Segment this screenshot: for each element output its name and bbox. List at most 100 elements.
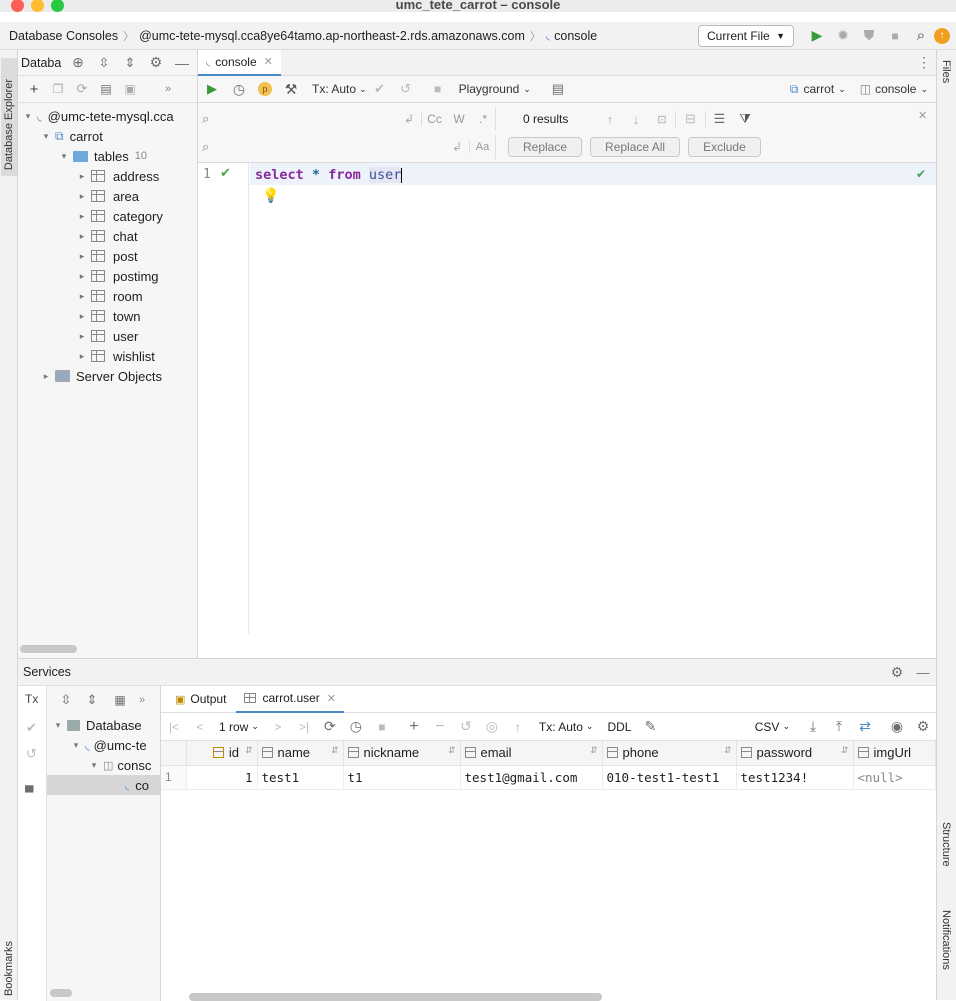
grid-cell[interactable]: t1 bbox=[343, 765, 461, 789]
tab-result[interactable]: carrot.user ✕ bbox=[236, 685, 345, 713]
submit-icon[interactable]: ↑ bbox=[505, 719, 531, 735]
whole-words-icon[interactable]: W bbox=[447, 112, 471, 126]
previous-page-icon[interactable]: < bbox=[187, 720, 213, 734]
grid-cell[interactable]: 1 bbox=[186, 765, 258, 789]
search-input[interactable]: ⌕ ↲ Cc W .* bbox=[202, 107, 496, 131]
grid-cell[interactable]: test1234! bbox=[736, 765, 854, 789]
tree-table[interactable]: ▸ area bbox=[77, 186, 139, 206]
services-tree-console[interactable]: ▾ ◫ consc bbox=[89, 755, 152, 775]
collapse-all-icon[interactable]: ⇕ bbox=[117, 55, 143, 71]
grid-cell[interactable]: 010-test1-test1 bbox=[602, 765, 737, 789]
layout-icon[interactable]: ▄ bbox=[25, 778, 34, 792]
expand-all-icon[interactable]: ⇳ bbox=[53, 692, 79, 708]
sql-editor[interactable]: select * from user bbox=[255, 166, 403, 184]
filter-icon[interactable]: ⧩ bbox=[733, 111, 757, 127]
pin-icon[interactable]: ✎ bbox=[637, 718, 663, 735]
export-format-select[interactable]: CSV ⌄ bbox=[755, 720, 790, 734]
lightbulb-icon[interactable]: 💡 bbox=[262, 187, 279, 204]
debug-icon[interactable]: ✹ bbox=[830, 27, 856, 44]
tree-table[interactable]: ▸ chat bbox=[77, 226, 138, 246]
refresh-icon[interactable]: ⟳ bbox=[70, 81, 94, 97]
match-case-icon[interactable]: Cc bbox=[421, 112, 447, 126]
tree-table[interactable]: ▸ address bbox=[77, 166, 160, 186]
close-icon[interactable]: ✕ bbox=[327, 692, 336, 705]
sort-icon[interactable]: ⇵ bbox=[724, 745, 732, 756]
close-icon[interactable]: ✕ bbox=[918, 109, 927, 122]
services-tree-connection[interactable]: ▾ ◟ @umc-te bbox=[71, 735, 147, 755]
files-tool-button[interactable]: Files bbox=[940, 60, 952, 86]
close-icon[interactable]: ✕ bbox=[264, 55, 273, 68]
replace-all-button[interactable]: Replace All bbox=[590, 137, 681, 157]
column-header[interactable]: password ⇵ bbox=[736, 741, 854, 766]
tx-icon[interactable]: Tx bbox=[25, 692, 38, 706]
gear-icon[interactable]: ⚙ bbox=[143, 54, 169, 71]
tab-console[interactable]: ◟ console ✕ bbox=[198, 49, 281, 76]
sort-icon[interactable]: ⇵ bbox=[245, 745, 253, 756]
copy-icon[interactable]: ❐ bbox=[46, 82, 70, 96]
eye-icon[interactable]: ◉ bbox=[884, 718, 910, 735]
horizontal-scrollbar[interactable] bbox=[50, 989, 72, 997]
group-icon[interactable]: ▦ bbox=[105, 693, 135, 707]
profile-icon[interactable]: p bbox=[252, 82, 278, 96]
upload-icon[interactable]: ⤒ bbox=[826, 718, 852, 735]
new-line-icon[interactable]: ↲ bbox=[397, 112, 421, 126]
bookmarks-tool-button[interactable]: Bookmarks bbox=[1, 916, 17, 996]
run-icon[interactable]: ▶ bbox=[804, 27, 830, 44]
rollback-icon[interactable]: ↺ bbox=[393, 81, 419, 97]
breadcrumb-item[interactable]: Database Consoles bbox=[9, 29, 118, 43]
exclude-button[interactable]: Exclude bbox=[688, 137, 761, 157]
arrow-down-icon[interactable]: ↓ bbox=[623, 112, 649, 127]
new-line-icon[interactable]: ↲ bbox=[445, 140, 469, 154]
session-select[interactable]: ◫ console ⌄ bbox=[860, 82, 928, 96]
compare-icon[interactable]: ⇄ bbox=[852, 718, 878, 735]
rollback-icon[interactable]: ↺ bbox=[26, 746, 37, 762]
tree-connection[interactable]: ▾ ◟ @umc-tete-mysql.cca bbox=[23, 106, 174, 126]
add-row-icon[interactable]: + bbox=[401, 718, 427, 736]
playground-select[interactable]: Playground ⌄ bbox=[459, 82, 531, 96]
tree-schema[interactable]: ▾ ⧉ carrot bbox=[41, 126, 103, 146]
breadcrumb-item[interactable]: @umc-tete-mysql.cca8ye64tamo.ap-northeas… bbox=[139, 29, 525, 43]
breadcrumb-item[interactable]: console bbox=[554, 29, 597, 43]
tree-table[interactable]: ▸ room bbox=[77, 286, 143, 306]
delete-row-icon[interactable]: − bbox=[427, 718, 453, 736]
preserve-case-icon[interactable]: Aa bbox=[469, 141, 495, 153]
select-all-icon[interactable]: ⊡ bbox=[649, 113, 675, 126]
tree-table[interactable]: ▸ postimg bbox=[77, 266, 159, 286]
grid-cell-null[interactable]: <null> bbox=[853, 765, 936, 789]
sort-icon[interactable]: ⇵ bbox=[841, 745, 849, 756]
grid-layout-icon[interactable]: ▤ bbox=[545, 81, 571, 97]
history-icon[interactable]: ◷ bbox=[226, 81, 252, 98]
structure-tool-button[interactable]: Structure bbox=[940, 822, 952, 870]
replace-input[interactable]: ⌕ ↲ Aa bbox=[202, 135, 496, 159]
sort-icon[interactable]: ⇵ bbox=[590, 745, 598, 756]
tab-output[interactable]: ▣ Output bbox=[161, 686, 236, 713]
more-vertical-icon[interactable]: ⋮ bbox=[912, 54, 936, 71]
stop-icon[interactable]: ▣ bbox=[118, 82, 142, 96]
tree-server-objects[interactable]: ▸ Server Objects bbox=[41, 366, 162, 386]
more-icon[interactable]: » bbox=[156, 83, 180, 95]
download-icon[interactable]: ⤓ bbox=[800, 718, 826, 735]
column-header[interactable]: nickname ⇵ bbox=[343, 741, 461, 766]
run-config-select[interactable]: Current File ▼ bbox=[698, 24, 794, 47]
expand-all-icon[interactable]: ⇳ bbox=[91, 55, 117, 71]
ddl-button[interactable]: DDL bbox=[607, 720, 631, 734]
add-icon[interactable]: + bbox=[22, 81, 46, 98]
column-header[interactable]: name ⇵ bbox=[257, 741, 344, 766]
tree-table[interactable]: ▸ user bbox=[77, 326, 139, 346]
next-page-icon[interactable]: > bbox=[265, 720, 291, 734]
hide-icon[interactable]: — bbox=[169, 55, 195, 71]
column-header[interactable]: id ⇵ bbox=[186, 741, 258, 766]
filter-multiline-icon[interactable]: ⊟ bbox=[675, 111, 705, 127]
more-icon[interactable]: » bbox=[135, 694, 149, 706]
coverage-icon[interactable]: ⛊ bbox=[856, 27, 882, 44]
column-header[interactable]: imgUrl bbox=[853, 741, 936, 766]
schema-select[interactable]: ⧉ carrot ⌄ bbox=[790, 82, 846, 97]
gear-icon[interactable]: ⚙ bbox=[910, 718, 936, 735]
search-icon[interactable]: ⌕ bbox=[908, 27, 934, 44]
column-header[interactable]: email ⇵ bbox=[460, 741, 603, 766]
update-icon[interactable]: ↑ bbox=[934, 27, 950, 44]
first-page-icon[interactable]: |< bbox=[161, 720, 187, 734]
tree-table[interactable]: ▸ wishlist bbox=[77, 346, 155, 366]
history-icon[interactable]: ◷ bbox=[343, 718, 369, 735]
column-header[interactable]: phone ⇵ bbox=[602, 741, 737, 766]
